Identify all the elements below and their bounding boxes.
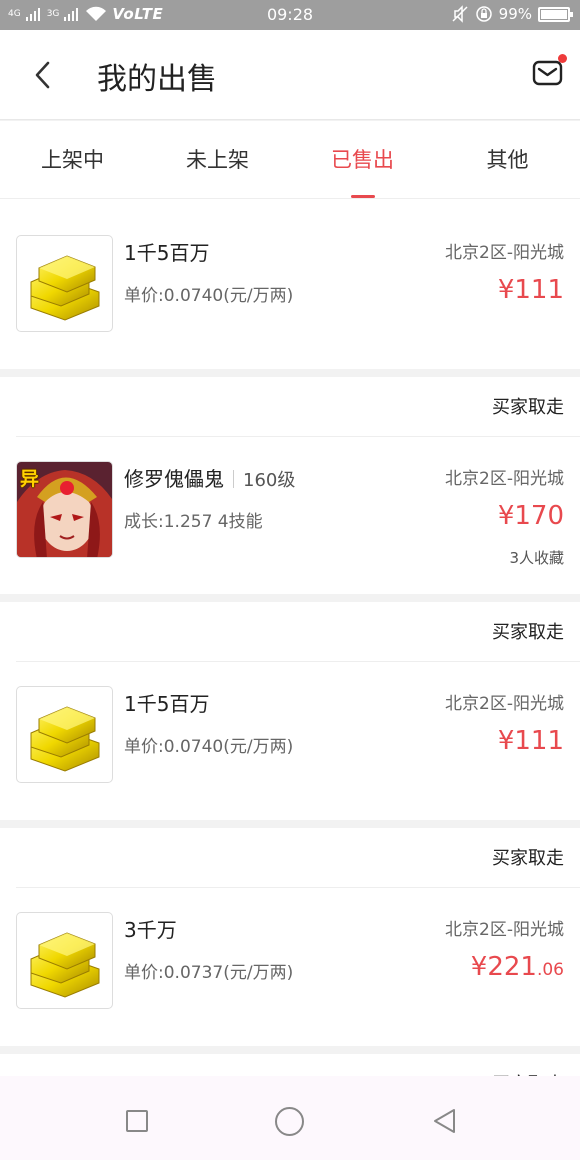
home-button[interactable]	[275, 1107, 304, 1136]
back-arrow-icon[interactable]	[32, 61, 54, 89]
navigation-bar	[0, 1076, 580, 1160]
status-right: 99%	[451, 5, 573, 23]
item-title: 修罗傀儡鬼 160级	[124, 467, 296, 491]
item-server: 北京2区-阳光城	[445, 920, 564, 940]
list-item[interactable]: 1千5百万 单价:0.0740(元/万两) 北京2区-阳光城 ¥111	[0, 198, 580, 369]
back-button[interactable]	[432, 1108, 458, 1134]
badge: 异	[20, 468, 40, 490]
tab-sold[interactable]: 已售出	[290, 121, 435, 198]
item-unit-price: 单价:0.0740(元/万两)	[124, 286, 294, 306]
item-server: 北京2区-阳光城	[445, 469, 564, 489]
page-title: 我的出售	[97, 62, 217, 97]
tab-unlisted[interactable]: 未上架	[145, 121, 290, 198]
item-growth: 成长:1.257 4技能	[124, 512, 263, 532]
rotation-lock-icon	[475, 6, 492, 22]
message-icon[interactable]	[532, 58, 564, 88]
character-avatar-icon: 异	[16, 461, 113, 558]
battery-icon	[538, 6, 573, 22]
recent-apps-button[interactable]	[126, 1110, 148, 1132]
order-status: 买家取走	[16, 602, 580, 662]
price-cents: .06	[536, 960, 564, 980]
list-item[interactable]: 买家取走 异 修罗傀儡鬼 160级 成长:1.257 4技能 北京2区-阳光城 …	[0, 377, 580, 594]
item-level: 160级	[243, 470, 296, 491]
item-title: 1千5百万	[124, 241, 210, 265]
item-price: ¥170	[497, 501, 564, 531]
tab-listed[interactable]: 上架中	[0, 121, 145, 198]
app-header: 我的出售	[0, 30, 580, 120]
status-bar: 4G 3G VoLTE 09:28 99%	[0, 0, 580, 30]
gold-bars-icon	[16, 912, 113, 1009]
item-server: 北京2区-阳光城	[445, 694, 564, 714]
item-price: ¥111	[497, 726, 564, 756]
order-status: 买家取走	[16, 828, 580, 888]
gold-bars-icon	[16, 235, 113, 332]
sold-list: 1千5百万 单价:0.0740(元/万两) 北京2区-阳光城 ¥111 买家取走	[0, 198, 580, 1122]
item-title: 3千万	[124, 918, 177, 942]
tab-other[interactable]: 其他	[435, 121, 580, 198]
gold-bars-icon	[16, 686, 113, 783]
item-title: 1千5百万	[124, 692, 210, 716]
mute-icon	[452, 5, 468, 23]
order-status: 买家取走	[16, 377, 580, 437]
favorites-count: 3人收藏	[509, 549, 564, 567]
title-divider	[233, 470, 234, 488]
list-item[interactable]: 买家取走 3千万 单价:0.0737(元/万两) 北京2区-阳光城 ¥221.0…	[0, 828, 580, 1046]
item-price: ¥111	[497, 275, 564, 305]
tab-bar: 上架中 未上架 已售出 其他	[0, 121, 580, 198]
battery-percent: 99%	[498, 5, 532, 23]
unread-dot	[558, 54, 567, 63]
list-item[interactable]: 买家取走 1千5百万 单价:0.0740(元/万两) 北京2区-阳光城 ¥111	[0, 602, 580, 820]
item-unit-price: 单价:0.0737(元/万两)	[124, 963, 294, 983]
item-server: 北京2区-阳光城	[445, 243, 564, 263]
item-unit-price: 单价:0.0740(元/万两)	[124, 737, 294, 757]
item-price: ¥221.06	[470, 952, 564, 982]
